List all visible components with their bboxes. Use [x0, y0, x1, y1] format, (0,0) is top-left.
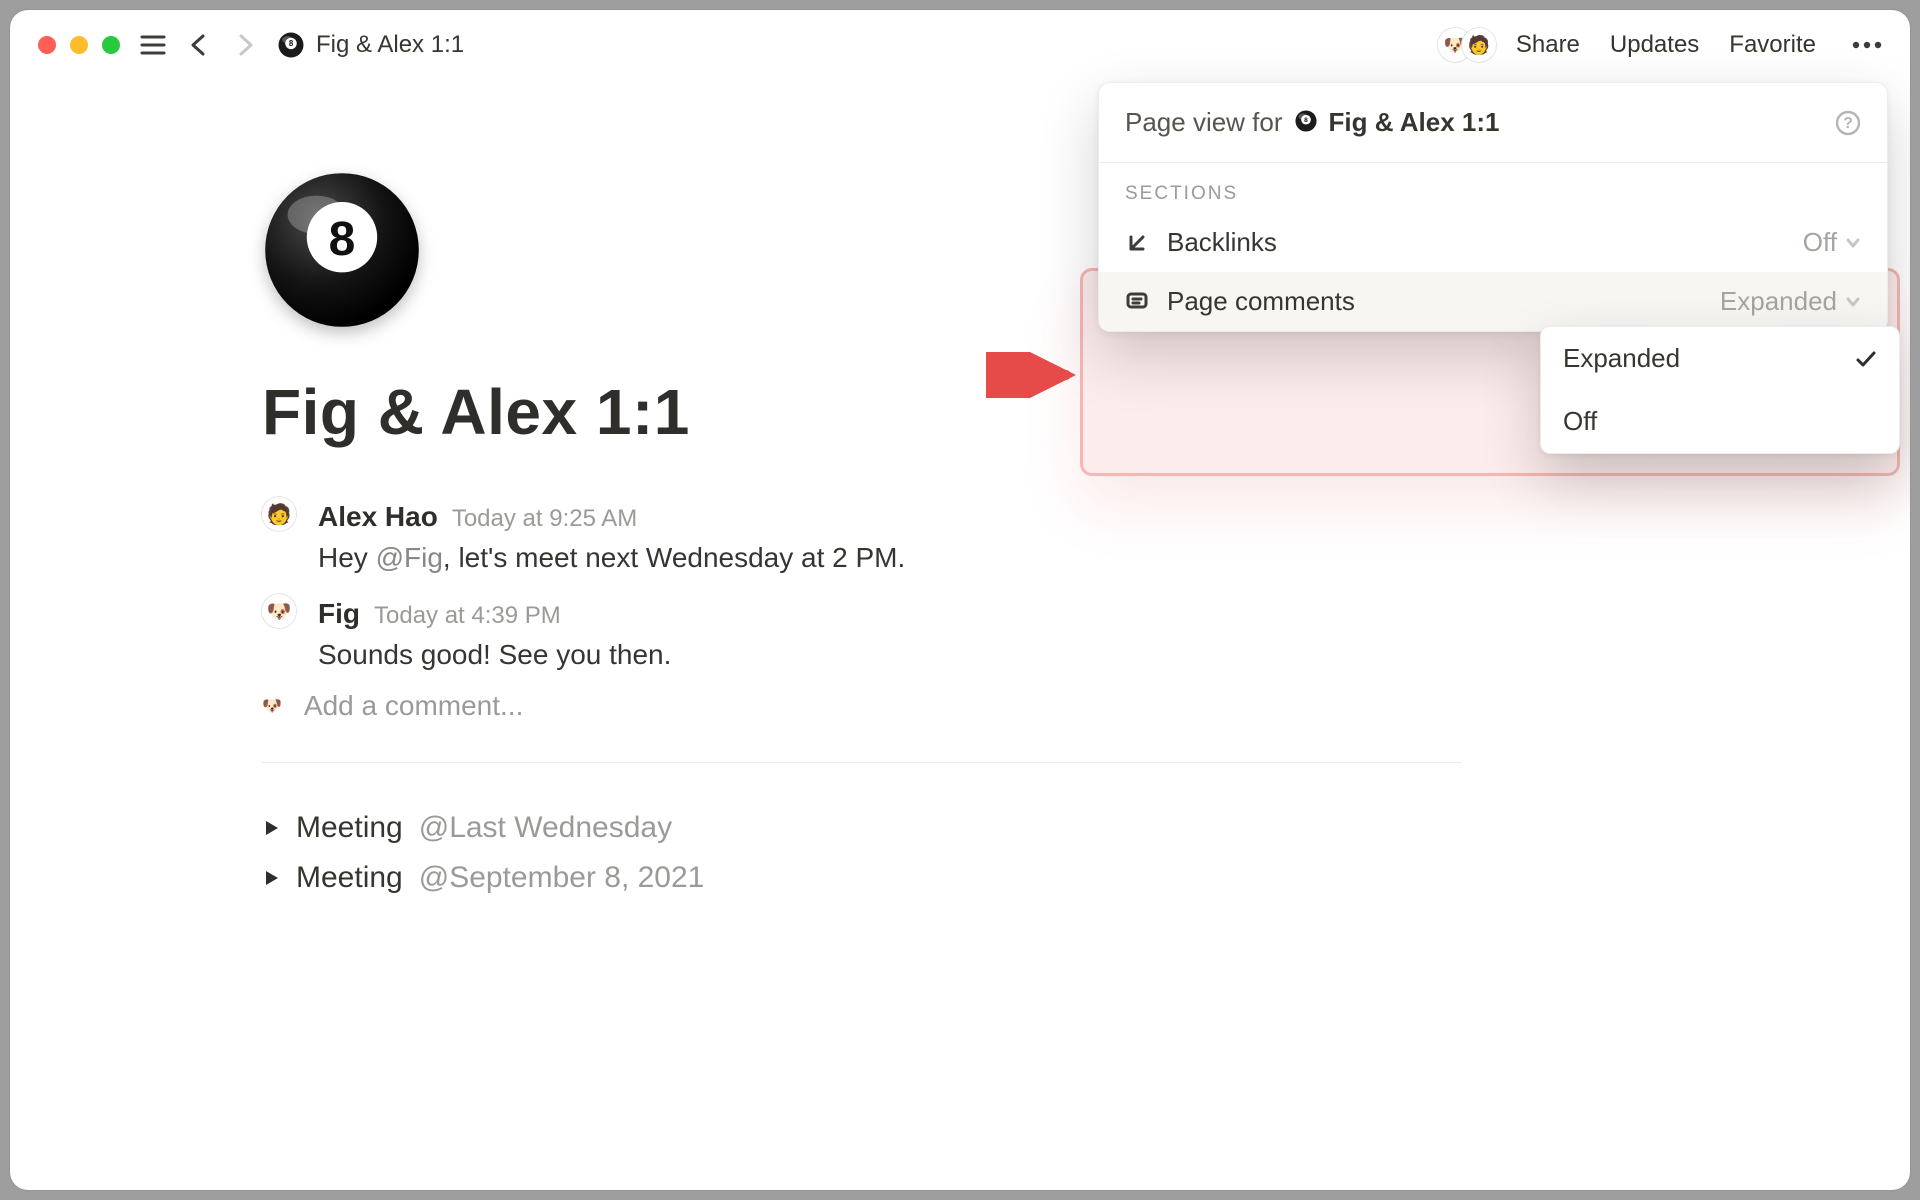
page-comments-row[interactable]: Page comments Expanded — [1099, 272, 1887, 331]
dropdown-option-expanded[interactable]: Expanded — [1541, 327, 1899, 390]
comment-text: Hey @Fig, let's meet next Wednesday at 2… — [318, 538, 905, 579]
maximize-window-button[interactable] — [102, 36, 120, 54]
date-mention[interactable]: @Last Wednesday — [419, 811, 672, 845]
toggle-label: Meeting — [296, 861, 403, 895]
add-comment[interactable]: 🐶 Add a comment... — [262, 690, 1462, 722]
help-icon[interactable]: ? — [1835, 110, 1861, 136]
topbar: 8 Fig & Alex 1:1 🐶 🧑 Share Updates Favor… — [10, 10, 1910, 80]
backlinks-row[interactable]: Backlinks Off — [1099, 213, 1887, 272]
comment-text: Sounds good! See you then. — [318, 635, 671, 676]
backlinks-value: Off — [1803, 227, 1837, 258]
toggle-triangle-icon[interactable] — [262, 819, 280, 837]
share-button[interactable]: Share — [1516, 31, 1580, 59]
svg-text:8: 8 — [1304, 117, 1308, 124]
check-icon — [1855, 348, 1877, 370]
svg-text:8: 8 — [289, 39, 294, 48]
comments-icon — [1125, 290, 1149, 314]
dropdown-option-label: Off — [1563, 406, 1597, 437]
page-comments-label: Page comments — [1167, 286, 1355, 317]
close-window-button[interactable] — [38, 36, 56, 54]
comment-time: Today at 9:25 AM — [452, 502, 637, 537]
add-comment-placeholder: Add a comment... — [304, 690, 523, 722]
popover-header-label: Page view for — [1125, 107, 1283, 138]
window-controls — [38, 36, 120, 54]
breadcrumb-title: Fig & Alex 1:1 — [316, 31, 464, 59]
updates-button[interactable]: Updates — [1610, 31, 1699, 59]
avatar-fig: 🐶 — [262, 594, 296, 628]
chevron-down-icon — [1845, 294, 1861, 310]
popover-header-title: Fig & Alex 1:1 — [1329, 107, 1500, 138]
avatar-alex: 🧑 — [262, 497, 296, 531]
avatar-fig: 🐶 — [262, 696, 282, 716]
comment-author: Alex Hao — [318, 497, 438, 538]
more-menu-button[interactable] — [1852, 41, 1882, 49]
dropdown-option-off[interactable]: Off — [1541, 390, 1899, 453]
toggle-label: Meeting — [296, 811, 403, 845]
nav-back-button[interactable] — [186, 32, 212, 58]
app-window: 8 Fig & Alex 1:1 🐶 🧑 Share Updates Favor… — [10, 10, 1910, 1190]
popover-header-icon: 8 — [1295, 110, 1317, 136]
sections-label: SECTIONS — [1099, 163, 1887, 213]
favorite-button[interactable]: Favorite — [1729, 31, 1816, 59]
backlinks-label: Backlinks — [1167, 227, 1277, 258]
avatar-alex: 🧑 — [1462, 28, 1496, 62]
svg-text:?: ? — [1843, 115, 1853, 132]
popover-header: Page view for 8 Fig & Alex 1:1 ? — [1099, 83, 1887, 163]
page-view-popover: Page view for 8 Fig & Alex 1:1 ? SECTION… — [1098, 82, 1888, 332]
presence-avatars[interactable]: 🐶 🧑 — [1438, 28, 1496, 62]
page-comments-dropdown: Expanded Off — [1540, 326, 1900, 454]
annotation-arrow-icon — [986, 352, 1078, 403]
comment-item: 🐶 Fig Today at 4:39 PM Sounds good! See … — [262, 586, 1462, 683]
top-actions: Share Updates Favorite — [1516, 31, 1882, 59]
sidebar-toggle-icon[interactable] — [140, 34, 166, 56]
comment-time: Today at 4:39 PM — [374, 599, 561, 634]
toggle-triangle-icon[interactable] — [262, 869, 280, 887]
comment-item: 🧑 Alex Hao Today at 9:25 AM Hey @Fig, le… — [262, 489, 1462, 586]
chevron-down-icon — [1845, 235, 1861, 251]
minimize-window-button[interactable] — [70, 36, 88, 54]
svg-text:8: 8 — [329, 213, 356, 266]
divider — [262, 762, 1462, 763]
toggle-item[interactable]: Meeting @Last Wednesday — [262, 803, 1462, 853]
breadcrumb[interactable]: 8 Fig & Alex 1:1 — [278, 31, 464, 59]
toggle-item[interactable]: Meeting @September 8, 2021 — [262, 853, 1462, 903]
page-icon-small: 8 — [278, 32, 304, 59]
page-comments-value: Expanded — [1720, 286, 1837, 317]
nav-forward-button[interactable] — [232, 32, 258, 58]
dropdown-option-label: Expanded — [1563, 343, 1680, 374]
backlinks-icon — [1125, 231, 1149, 255]
comment-author: Fig — [318, 594, 360, 635]
mention[interactable]: @Fig — [376, 542, 443, 573]
date-mention[interactable]: @September 8, 2021 — [419, 861, 705, 895]
page-comments: 🧑 Alex Hao Today at 9:25 AM Hey @Fig, le… — [262, 489, 1462, 902]
